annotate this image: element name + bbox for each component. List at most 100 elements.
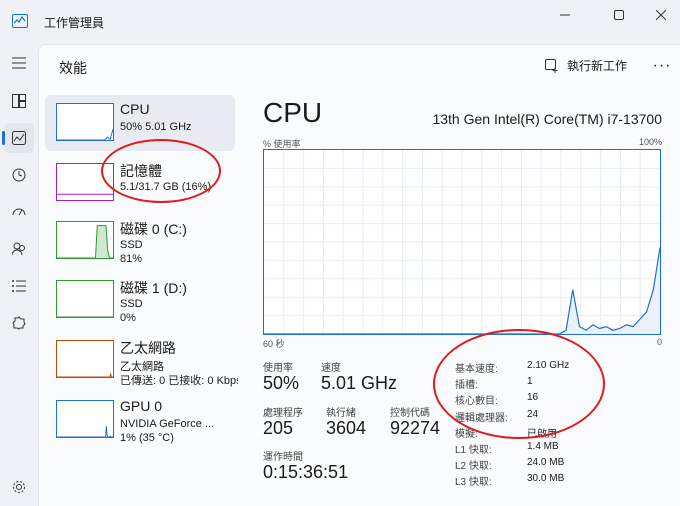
spec-label: L2 快取:: [455, 461, 492, 473]
resource-title: CPU: [120, 101, 150, 117]
run-task-icon: [545, 58, 558, 73]
resource-thumbnail: [56, 103, 114, 141]
resource-sparkline: [57, 372, 113, 377]
resource-item[interactable]: CPU 50% 5.01 GHz: [45, 95, 235, 151]
spec-value: 16: [527, 392, 539, 404]
resource-thumbnail: [56, 400, 114, 438]
run-new-task-button[interactable]: 執行新工作: [545, 57, 627, 74]
nav-details[interactable]: [4, 271, 34, 301]
handles-value: 92274: [390, 418, 441, 438]
resource-item[interactable]: GPU 0 NVIDIA GeForce ... 1% (35 °C): [45, 392, 235, 448]
more-icon: ···: [652, 57, 672, 74]
resource-item[interactable]: 磁碟 0 (C:) SSD 81%: [45, 213, 235, 269]
processes-label: 處理程序: [263, 408, 303, 419]
spec-value: 2.10 GHz: [527, 360, 570, 371]
resource-detail: 已傳送: 0 已接收: 0 Kbps: [120, 375, 238, 387]
spec-value: 24.0 MB: [527, 457, 565, 469]
spec-value: 30.0 MB: [527, 473, 565, 485]
resource-thumbnail: [56, 340, 114, 378]
resource-subtitle: 5.1/31.7 GB (16%): [120, 181, 212, 193]
minimize-icon: [560, 14, 570, 16]
resource-detail: 1% (35 °C): [120, 432, 174, 444]
minimize-button[interactable]: [542, 0, 588, 30]
resource-subtitle: SSD: [120, 239, 143, 251]
spec-value: 1: [527, 376, 533, 388]
users-icon: [12, 242, 25, 256]
detail-title: CPU: [263, 97, 323, 128]
spec-label: 邏輯處理器:: [455, 412, 508, 424]
processes-icon: [12, 94, 26, 108]
spec-label: L1 快取:: [455, 445, 492, 456]
handles-label: 控制代碼: [390, 408, 430, 419]
startup-apps-icon: [12, 208, 26, 216]
resource-thumbnail: [56, 280, 114, 318]
speed-value: 5.01 GHz: [321, 373, 398, 393]
nav-startup-apps[interactable]: [4, 197, 34, 227]
graph-y-max-label: 100%: [638, 137, 662, 147]
cpu-model: 13th Gen Intel(R) Core(TM) i7-13700: [432, 111, 662, 127]
resource-thumbnail: [56, 221, 114, 259]
close-icon: [656, 10, 666, 20]
resource-title: 磁碟 0 (C:): [120, 221, 187, 237]
graph-x-left-label: 60 秒: [263, 339, 285, 349]
hamburger-icon: [12, 57, 26, 69]
settings-icon: [13, 481, 25, 493]
resource-sparkline: [57, 426, 113, 437]
spec-value: 24: [527, 408, 539, 420]
processes-value: 205: [263, 418, 294, 438]
nav-performance[interactable]: [2, 123, 34, 153]
run-task-label: 執行新工作: [567, 59, 628, 73]
resource-thumbnail: [56, 163, 114, 201]
spec-value: 已啟用: [527, 428, 557, 440]
threads-label: 執行緒: [326, 408, 356, 419]
resource-sparkline: [57, 193, 113, 195]
resource-subtitle: 50% 5.01 GHz: [120, 121, 192, 133]
nav-processes[interactable]: [4, 86, 34, 116]
services-icon: [12, 316, 26, 330]
nav-app-history[interactable]: [4, 160, 34, 190]
app-title: 工作管理員: [44, 16, 105, 30]
resource-item[interactable]: 記憶體 5.1/31.7 GB (16%): [45, 155, 235, 211]
close-button[interactable]: [638, 0, 680, 30]
spec-value: 1.4 MB: [527, 441, 559, 452]
resource-detail: 0%: [120, 312, 136, 324]
maximize-icon: [614, 10, 624, 20]
task-manager-app-icon: [12, 14, 28, 28]
more-options-button[interactable]: ···: [649, 53, 675, 79]
spec-label: 基本速度:: [455, 364, 498, 375]
uptime-label: 運作時間: [263, 452, 303, 463]
graph-x-right-label: 0: [656, 337, 662, 347]
resource-title: 磁碟 1 (D:): [120, 280, 187, 296]
title-bar: 工作管理員: [0, 0, 680, 44]
main-panel: 效能 執行新工作 ··· CPU 50% 5.01 GHz 記憶體 5.1/31.7 …: [38, 44, 680, 506]
resource-sparkline: [57, 316, 113, 317]
resource-title: 乙太網路: [120, 340, 176, 356]
navigation-rail: [0, 44, 38, 506]
spec-label: L3 快取:: [455, 477, 492, 489]
resource-item[interactable]: 乙太網路 乙太網路 已傳送: 0 已接收: 0 Kbps: [45, 332, 238, 388]
uptime-value: 0:15:36:51: [263, 462, 349, 482]
performance-icon: [12, 131, 26, 145]
threads-value: 3604: [326, 418, 367, 438]
app-history-icon: [12, 168, 26, 182]
resource-sparkline: [57, 129, 113, 140]
utilization-label: 使用率: [263, 363, 293, 374]
details-icon: [12, 280, 26, 292]
resource-subtitle: SSD: [120, 298, 143, 310]
hamburger-menu-button[interactable]: [4, 48, 34, 78]
cpu-utilization-graph: [263, 149, 661, 335]
resource-detail: 81%: [120, 253, 143, 265]
resource-title: 記憶體: [120, 163, 162, 179]
resource-subtitle: NVIDIA GeForce ...: [120, 418, 215, 430]
resource-title: GPU 0: [120, 398, 163, 414]
maximize-button[interactable]: [596, 0, 642, 30]
nav-services[interactable]: [4, 308, 34, 338]
spec-label: 模擬:: [455, 428, 478, 440]
nav-users[interactable]: [4, 234, 34, 264]
nav-settings[interactable]: [4, 472, 34, 502]
spec-label: 核心數目:: [455, 396, 498, 408]
page-title: 效能: [59, 60, 87, 76]
resource-sparkline: [57, 225, 113, 258]
cpu-graph-svg: [264, 150, 661, 335]
resource-item[interactable]: 磁碟 1 (D:) SSD 0%: [45, 272, 235, 328]
